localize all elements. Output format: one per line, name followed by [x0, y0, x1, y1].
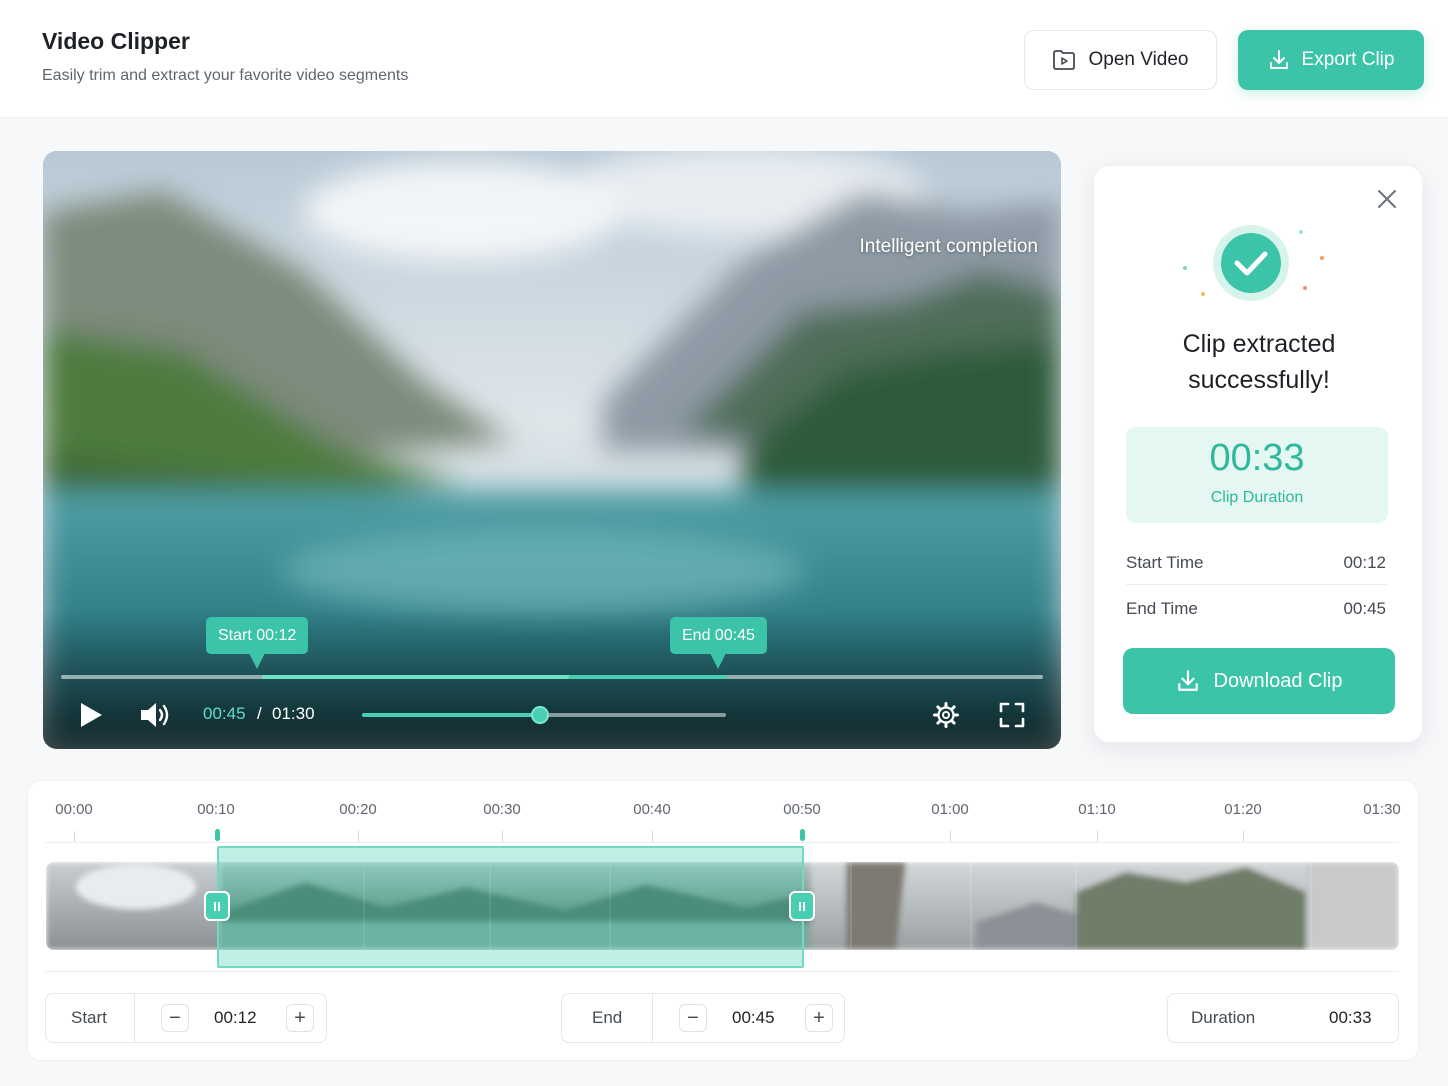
- start-time-stepper: Start − 00:12 +: [45, 993, 327, 1043]
- export-clip-label: Export Clip: [1301, 49, 1395, 70]
- duration-display: Duration 00:33: [1167, 993, 1399, 1043]
- app-header: Video Clipper Easily trim and extract yo…: [0, 0, 1448, 118]
- timeline-panel: 00:00 00:10 00:20 00:30 00:40 00:50 01:00 01:10…: [27, 780, 1419, 1061]
- end-time-input[interactable]: 00:45: [732, 1008, 775, 1028]
- total-time: 01:30: [272, 704, 315, 723]
- overlay-caption: Intelligent completion: [859, 236, 1039, 257]
- progress-played: [262, 675, 569, 679]
- download-icon: [1177, 670, 1198, 691]
- ruler-tick-label: 00:00: [55, 801, 93, 818]
- export-clip-button[interactable]: Export Clip: [1238, 30, 1424, 90]
- volume-icon[interactable]: [139, 701, 171, 729]
- ruler-tick-label: 00:10: [197, 801, 235, 818]
- current-time: 00:45: [203, 704, 246, 723]
- volume-fill: [362, 713, 540, 717]
- download-icon: [1269, 50, 1288, 69]
- download-clip-button[interactable]: Download Clip: [1123, 648, 1395, 714]
- ruler-tick: [502, 831, 503, 842]
- ruler-tick-label: 01:20: [1224, 801, 1262, 818]
- stepper-separator: [134, 994, 135, 1042]
- gear-icon[interactable]: [933, 702, 959, 728]
- timeline-divider: [45, 971, 1399, 972]
- ruler-tick: [652, 831, 653, 842]
- open-video-label: Open Video: [1088, 49, 1189, 70]
- clip-duration-value: 00:33: [1209, 437, 1305, 479]
- end-decrement-button[interactable]: −: [679, 1004, 707, 1032]
- result-title-line1: Clip extracted: [1182, 330, 1336, 358]
- volume-knob[interactable]: [531, 706, 549, 724]
- row-divider: [1126, 584, 1388, 585]
- fullscreen-icon[interactable]: [999, 702, 1025, 728]
- clip-duration-label: Clip Duration: [1210, 489, 1304, 506]
- start-stepper-label: Start: [71, 1008, 107, 1027]
- duration-value: 00:33: [1329, 1008, 1372, 1027]
- clip-duration-box: 00:33 Clip Duration: [1126, 427, 1388, 523]
- success-check-icon: [1183, 225, 1325, 301]
- time-separator: /: [257, 704, 262, 723]
- start-time-marker: [215, 829, 220, 841]
- start-marker-tag[interactable]: Start 00:12: [206, 617, 309, 669]
- open-video-button[interactable]: Open Video: [1024, 30, 1217, 90]
- close-icon[interactable]: [1376, 188, 1398, 210]
- result-title: Clip extracted successfully!: [1094, 326, 1424, 398]
- play-icon[interactable]: [79, 702, 103, 728]
- end-time-label: End Time: [1126, 599, 1198, 618]
- ruler-tick: [950, 831, 951, 842]
- video-player[interactable]: Intelligent completion Start 00:12 End 0…: [43, 151, 1061, 749]
- ruler-tick-label: 00:30: [483, 801, 521, 818]
- start-time-label: Start Time: [1126, 553, 1204, 572]
- controls-gradient: [43, 609, 1061, 749]
- result-title-line2: successfully!: [1188, 366, 1330, 394]
- duration-label: Duration: [1191, 1008, 1256, 1027]
- ruler-tick-label: 00:20: [339, 801, 377, 818]
- start-time-row: Start Time 00:12: [1126, 553, 1386, 573]
- ruler-tick-label: 01:10: [1078, 801, 1116, 818]
- ruler-tick: [74, 831, 75, 842]
- clip-result-card: Clip extracted successfully! 00:33 Clip …: [1093, 165, 1423, 743]
- end-time-row: End Time 00:45: [1126, 599, 1386, 619]
- start-increment-button[interactable]: +: [286, 1004, 314, 1032]
- start-time-input[interactable]: 00:12: [214, 1008, 257, 1028]
- end-trim-handle[interactable]: [789, 891, 815, 921]
- end-time-value: 00:45: [1343, 599, 1386, 618]
- ruler-tick-label: 00:40: [633, 801, 671, 818]
- app-subtitle: Easily trim and extract your favorite vi…: [42, 67, 409, 84]
- start-time-value: 00:12: [1343, 553, 1386, 572]
- start-decrement-button[interactable]: −: [161, 1004, 189, 1032]
- clip-selection-range[interactable]: [217, 846, 804, 968]
- end-increment-button[interactable]: +: [805, 1004, 833, 1032]
- stepper-separator: [652, 994, 653, 1042]
- ruler-tick: [1243, 831, 1244, 842]
- ruler-baseline: [45, 842, 1399, 843]
- end-stepper-label: End: [592, 1008, 623, 1027]
- app-title: Video Clipper: [42, 28, 190, 54]
- end-time-marker: [800, 829, 805, 841]
- ruler-tick: [358, 831, 359, 842]
- ruler-tick-label: 01:30: [1363, 801, 1401, 818]
- ruler-tick: [1097, 831, 1098, 842]
- download-clip-label: Download Clip: [1213, 669, 1343, 692]
- end-marker-tag[interactable]: End 00:45: [670, 617, 767, 669]
- ruler-tick-label: 00:50: [783, 801, 821, 818]
- end-time-stepper: End − 00:45 +: [561, 993, 845, 1043]
- ruler-tick-label: 01:00: [931, 801, 969, 818]
- start-trim-handle[interactable]: [204, 891, 230, 921]
- folder-video-icon: [1053, 50, 1076, 70]
